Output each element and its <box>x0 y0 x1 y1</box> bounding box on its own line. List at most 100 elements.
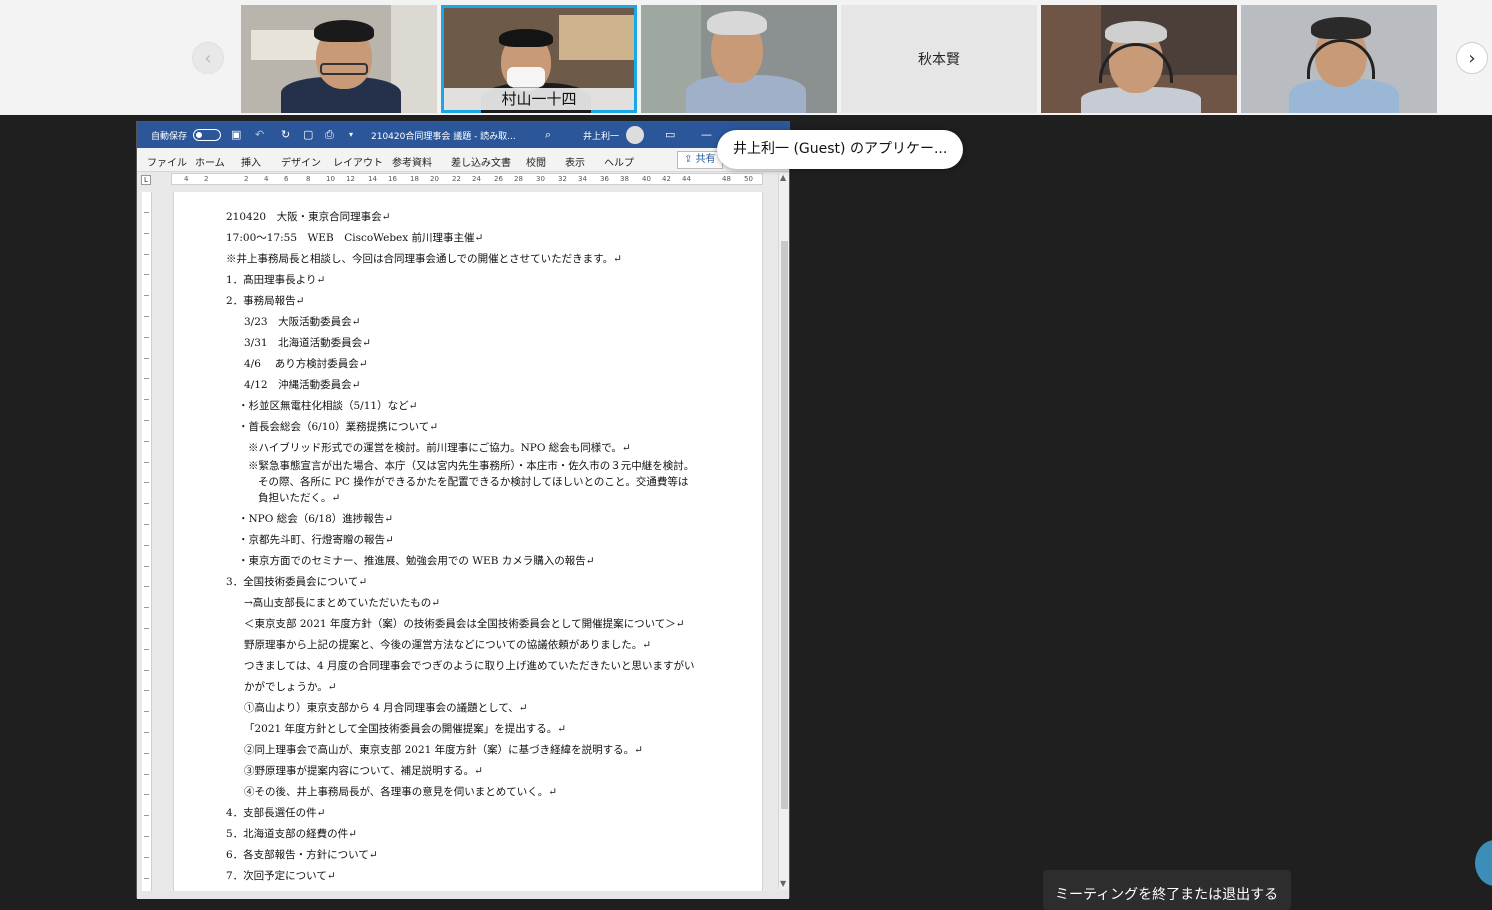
vertical-ruler-mark <box>144 212 149 213</box>
participant-tile-5[interactable] <box>1041 5 1237 113</box>
undo-icon[interactable]: ↶ <box>255 128 264 141</box>
menu-design[interactable]: デザイン <box>281 154 321 169</box>
vertical-ruler-mark <box>144 752 149 754</box>
document-line: ②同上理事会で高山が、東京支部 2021 年度方針（案）に基づき経緯を説明する。… <box>244 744 643 756</box>
participant-tile-4[interactable]: 秋本賢 <box>841 5 1037 113</box>
search-icon[interactable]: ⌕ <box>545 128 551 142</box>
document-line: →高山支部長にまとめていただいたもの↵ <box>244 597 441 609</box>
document-line: かがでしょうか。↵ <box>244 681 337 693</box>
autosave-label: 自動保存 <box>151 132 188 142</box>
shared-word-window: 自動保存 ▣ ↶ ↻ ▢ ⎙ ▾ 210420合同理事会 議題 - 読み取...… <box>136 121 790 899</box>
end-meeting-button[interactable]: ミーティングを終了または退出する <box>1043 870 1291 910</box>
ruler-tick: 10 <box>326 175 335 183</box>
menu-mailings[interactable]: 差し込み文書 <box>451 154 511 169</box>
vertical-ruler-mark <box>144 628 149 629</box>
menu-review[interactable]: 校閲 <box>526 154 546 169</box>
new-doc-icon[interactable]: ▢ <box>303 128 313 141</box>
vertical-ruler-mark <box>144 378 149 380</box>
document-line: 210420 大阪・東京合同理事会↵ <box>226 211 391 223</box>
vertical-scrollbar[interactable]: ▲ ▼ <box>778 173 789 889</box>
chevron-right-icon: › <box>1468 47 1476 69</box>
vertical-ruler-mark <box>144 815 149 817</box>
minimize-icon[interactable]: — <box>701 128 712 141</box>
ruler-tick: 38 <box>620 175 629 183</box>
ruler-tick: 24 <box>472 175 481 183</box>
user-avatar-icon[interactable] <box>626 126 644 144</box>
ruler-tick: 42 <box>662 175 671 183</box>
participant-tile-6[interactable] <box>1241 5 1437 113</box>
participant-tile-1[interactable] <box>241 5 437 113</box>
participant-name: 秋本賢 <box>918 52 960 68</box>
document-line: 6．各支部報告・方針について↵ <box>226 849 378 861</box>
ruler-tick: 48 <box>722 175 731 183</box>
participant-tile-2[interactable]: 村山一十四 <box>441 5 637 113</box>
ruler-tick: 36 <box>600 175 609 183</box>
word-titlebar: 自動保存 ▣ ↶ ↻ ▢ ⎙ ▾ 210420合同理事会 議題 - 読み取...… <box>137 122 789 148</box>
save-icon[interactable]: ▣ <box>231 128 241 141</box>
document-line: ※緊急事態宣言が出た場合、本庁（又は宮内先生事務所）・本庄市・佐久市の３元中継を… <box>248 460 695 472</box>
vertical-ruler-mark <box>144 420 149 421</box>
document-line: 17:00～17:55 WEB CiscoWebex 前川理事主催↵ <box>226 232 484 244</box>
ruler-tick: 26 <box>494 175 503 183</box>
vertical-ruler-mark <box>144 690 149 692</box>
customize-toolbar-icon[interactable]: ▾ <box>349 130 353 139</box>
next-page-button[interactable]: › <box>1456 42 1488 74</box>
ruler-tick: 50 <box>744 175 753 183</box>
menu-layout[interactable]: レイアウト <box>333 154 383 169</box>
vertical-ruler-mark <box>144 565 149 567</box>
ruler-tick: 32 <box>558 175 567 183</box>
menu-help[interactable]: ヘルプ <box>604 154 634 169</box>
document-line: ・NPO 総会（6/18）進捗報告↵ <box>238 513 394 525</box>
document-line: 2．事務局報告↵ <box>226 295 305 307</box>
reaction-button[interactable] <box>1475 840 1492 886</box>
document-line: 「2021 年度方針として全国技術委員会の開催提案」を提出する。↵ <box>244 723 567 735</box>
document-line: つきましては、4 月度の合同理事会でつぎのように取り上げ進めていただきたいと思い… <box>244 660 695 672</box>
ruler-tick: 40 <box>642 175 651 183</box>
share-button[interactable]: ⇪ 共有 <box>677 151 723 169</box>
ribbon-display-icon[interactable]: ▭ <box>665 128 675 141</box>
document-line: ・杉並区無電柱化相談（5/11）など↵ <box>238 400 418 412</box>
ruler-tick: 14 <box>368 175 377 183</box>
document-line: その際、各所に PC 操作ができるかたを配置できるか検討してほしいとのこと。交通… <box>258 476 689 488</box>
document-line: 野原理事から上記の提案と、今後の運営方法などについての協議依頼がありました。↵ <box>244 639 652 651</box>
vertical-ruler-mark <box>144 773 149 775</box>
word-menu-bar: ファイル ホーム 挿入 デザイン レイアウト 参考資料 差し込み文書 校閲 表示… <box>137 148 789 172</box>
document-line: ③野原理事が提案内容について、補足説明する。↵ <box>244 765 483 777</box>
vertical-ruler-mark <box>144 711 149 713</box>
vertical-ruler-mark <box>144 732 149 733</box>
vertical-ruler[interactable] <box>142 192 152 892</box>
scroll-up-icon[interactable]: ▲ <box>780 173 786 182</box>
redo-icon[interactable]: ↻ <box>281 128 290 141</box>
menu-view[interactable]: 表示 <box>565 154 585 169</box>
scroll-thumb[interactable] <box>781 241 788 809</box>
document-line: 3/31 北海道活動委員会↵ <box>244 337 371 349</box>
vertical-ruler-mark <box>144 586 149 588</box>
menu-file[interactable]: ファイル <box>147 154 187 169</box>
document-line: ※ハイブリッド形式での運営を検討。前川理事にご協力。NPO 総会も同様で。↵ <box>248 442 631 454</box>
document-page[interactable]: 210420 大阪・東京合同理事会↵ 17:00～17:55 WEB CiscoW… <box>173 192 763 899</box>
menu-home[interactable]: ホーム <box>195 154 225 169</box>
vertical-ruler-mark <box>144 399 149 401</box>
autosave-toggle[interactable] <box>193 129 221 141</box>
tab-selector-button[interactable]: L <box>141 175 151 185</box>
document-line: ＜東京支部 2021 年度方針（案）の技術委員会は全国技術委員会として開催提案に… <box>244 618 685 630</box>
vertical-ruler-mark <box>144 877 149 879</box>
ruler-tick: 4 <box>184 175 189 183</box>
vertical-ruler-mark <box>144 503 149 505</box>
ruler-tick: 2 <box>204 175 209 183</box>
menu-references[interactable]: 参考資料 <box>392 154 432 169</box>
document-line: 5．北海道支部の経費の件↵ <box>226 828 357 840</box>
menu-insert[interactable]: 挿入 <box>241 154 261 169</box>
horizontal-ruler[interactable]: 4 2 2 4 6 8 10 12 14 16 18 20 22 24 26 28 30 32 34 36 38 40 42… <box>171 173 763 185</box>
document-line: 3．全国技術委員会について↵ <box>226 576 368 588</box>
print-icon[interactable]: ⎙ <box>325 128 334 142</box>
prev-page-button[interactable]: ‹ <box>192 42 224 74</box>
vertical-ruler-mark <box>144 794 149 796</box>
participant-tile-3[interactable] <box>641 5 837 113</box>
vertical-ruler-mark <box>144 607 149 609</box>
vertical-ruler-mark <box>144 316 149 317</box>
scroll-down-icon[interactable]: ▼ <box>780 879 786 888</box>
ruler-tick: 18 <box>410 175 419 183</box>
document-line: ・首長会総会（6/10）業務提携について↵ <box>238 421 439 433</box>
document-line: ①高山より）東京支部から 4 月合同理事会の議題として、↵ <box>244 702 528 714</box>
